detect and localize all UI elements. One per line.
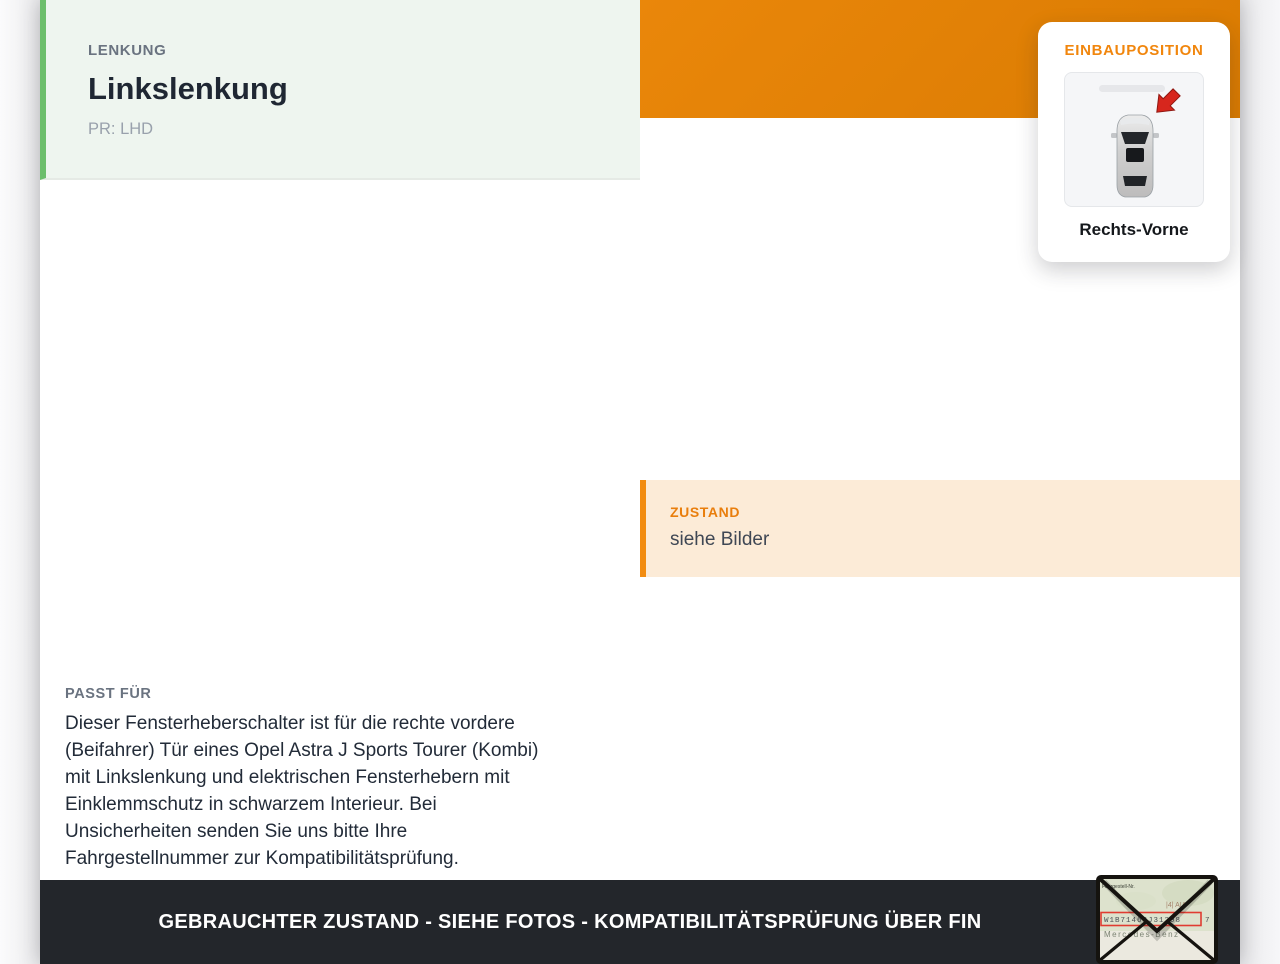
left-mirror xyxy=(1111,133,1117,138)
passt-fuer-description: Dieser Fensterheberschalter ist für die … xyxy=(65,713,539,869)
zustand-card: ZUSTAND siehe Bilder xyxy=(640,480,1240,577)
spec-card-lenkung: LENKUNG Linkslenkung PR: LHD xyxy=(40,0,640,178)
einbauposition-label: EINBAUPOSITION xyxy=(1064,42,1204,59)
spec-label: LENKUNG xyxy=(88,42,167,59)
envelope-icon: Fahrgestell-Nr. |4| AIA W1B71463J31298 7… xyxy=(1096,875,1218,964)
footer-notice-text: GEBRAUCHTER ZUSTAND - SIEHE FOTOS - KOMP… xyxy=(158,910,982,933)
spec-value: Linkslenkung xyxy=(88,71,288,106)
spec-pr-code: PR: LHD xyxy=(88,120,154,138)
content-area: Art-Nr: 964903 INNENRAUMFARBE Schwarz PR… xyxy=(40,0,1240,964)
passt-fuer-label: PASST FÜR xyxy=(65,686,152,702)
brand-text: Mercedes-Benz xyxy=(1104,930,1180,939)
vin-suffix-text: 7 xyxy=(1205,917,1210,925)
zustand-value: siehe Bilder xyxy=(670,529,770,550)
car-top-view-icon xyxy=(1099,85,1181,198)
einbauposition-value: Rechts-Vorne xyxy=(1079,220,1189,239)
envelope-image: Fahrgestell-Nr. |4| AIA W1B71463J31298 7… xyxy=(1096,875,1218,964)
rear-window xyxy=(1123,176,1147,186)
sunroof xyxy=(1126,148,1144,162)
windshield xyxy=(1121,132,1149,144)
footer-bar: GEBRAUCHTER ZUSTAND - SIEHE FOTOS - KOMP… xyxy=(40,880,1240,964)
car-position-image xyxy=(1064,72,1204,207)
zustand-label: ZUSTAND xyxy=(670,504,741,520)
einbauposition-card: EINBAUPOSITION Rechts-Vorne xyxy=(1038,22,1230,262)
page-background: { "header": { "title": "Art-Nr: 964903" … xyxy=(0,0,1280,964)
right-mirror xyxy=(1153,133,1159,138)
watermark xyxy=(1099,85,1165,92)
passt-fuer-card: PASST FÜR Dieser Fensterheberschalter is… xyxy=(40,660,640,875)
